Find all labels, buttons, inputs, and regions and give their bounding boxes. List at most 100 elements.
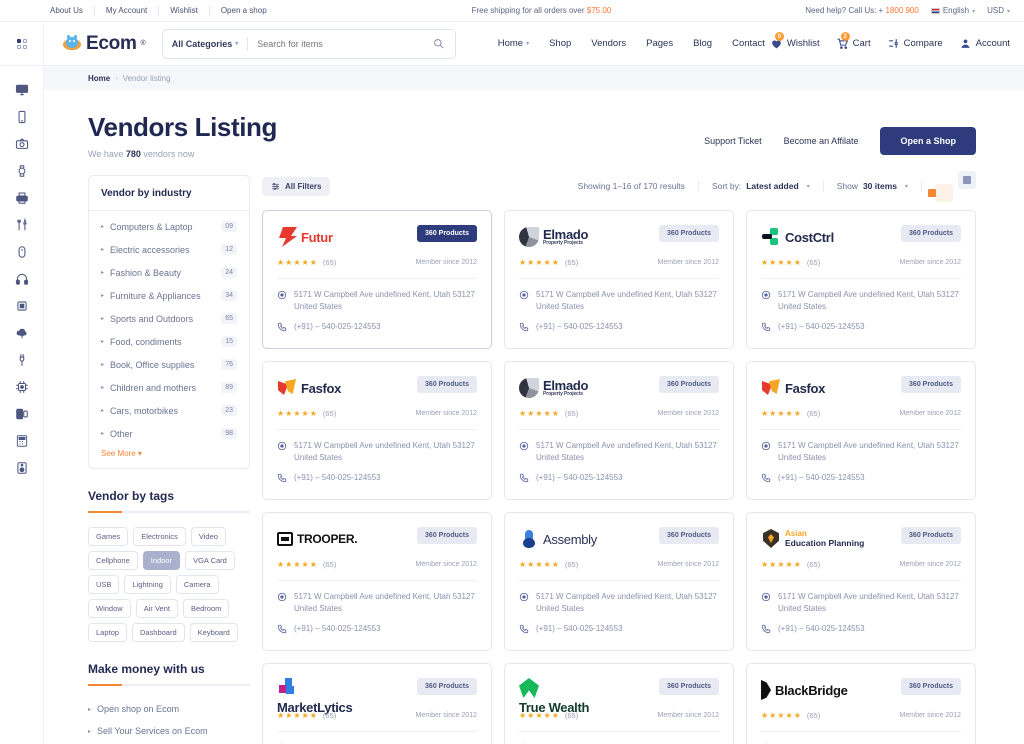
topbar-link-open-a-shop[interactable]: Open a shop: [210, 6, 278, 15]
nav-item-shop[interactable]: Shop: [549, 38, 571, 49]
nav-item-blog[interactable]: Blog: [693, 38, 712, 49]
vendor-address: 5171 W Campbell Ave undefined Kent, Utah…: [778, 290, 959, 311]
sidebar-item-electric-accessories[interactable]: ▸ Electric accessories 12: [101, 238, 237, 261]
sidebar-item-sports-outdoors[interactable]: ▸ Sports and Outdoors 65: [101, 307, 237, 330]
wishlist-button[interactable]: 0 Wishlist: [770, 32, 820, 50]
mouse-icon[interactable]: [14, 244, 29, 259]
language-label: English: [942, 6, 970, 15]
vendor-name: Fasfox: [785, 380, 826, 396]
server-icon[interactable]: [14, 406, 29, 421]
currency-selector[interactable]: USD ▾: [987, 6, 1010, 15]
speaker-icon[interactable]: [14, 460, 29, 475]
sort-by-select[interactable]: Sort by: Latest added ▾: [699, 181, 824, 191]
tag-camera[interactable]: Camera: [175, 575, 219, 594]
sidebar-item-cars-motorbikes[interactable]: ▸ Cars, motorbikes 23: [101, 399, 237, 422]
tag-usb[interactable]: USB: [88, 575, 120, 594]
vendor-card-meta: ★★★★★ (65) Member since 2012: [519, 711, 719, 720]
product-count-badge: 360 Products: [659, 376, 719, 393]
tag-air-vent[interactable]: Air Vent: [135, 599, 178, 618]
sidebar-item-children-mothers[interactable]: ▸ Children and mothers 89: [101, 376, 237, 399]
headphones-icon[interactable]: [14, 271, 29, 286]
search-button[interactable]: [433, 38, 455, 49]
monitor-icon[interactable]: [14, 82, 29, 97]
tag-video[interactable]: Video: [190, 527, 226, 546]
link-sell-your-services-on-ecom[interactable]: ▸ Sell Your Services on Ecom: [88, 720, 250, 742]
vendor-card[interactable]: True Wealth 360 Products ★★★★★ (65) Memb…: [504, 663, 734, 744]
nav-item-pages[interactable]: Pages: [646, 38, 673, 49]
vendor-card[interactable]: TROOPER. 360 Products ★★★★★ (65) Member …: [262, 512, 492, 651]
tag-electronics[interactable]: Electronics: [133, 527, 186, 546]
tag-laptop[interactable]: Laptop: [88, 623, 127, 642]
all-filters-button[interactable]: All Filters: [262, 176, 331, 196]
chevron-right-icon: ▸: [101, 362, 105, 368]
show-count-select[interactable]: Show 30 items ▾: [824, 181, 922, 191]
brand-logo[interactable]: Ecom ®: [44, 33, 162, 55]
vendor-card[interactable]: Asian Education Planning 360 Products ★★…: [746, 512, 976, 651]
nav-item-home[interactable]: Home ▾: [498, 38, 529, 49]
tag-vga-card[interactable]: VGA Card: [185, 551, 235, 570]
mobile-icon[interactable]: [14, 109, 29, 124]
vendor-card[interactable]: Fasfox 360 Products ★★★★★ (65) Member si…: [746, 361, 976, 500]
vendor-card[interactable]: Fasfox 360 Products ★★★★★ (65) Member si…: [262, 361, 492, 500]
vendor-card-header: CostCtrl 360 Products: [761, 225, 961, 249]
vendor-card[interactable]: BlackBridge 360 Products ★★★★★ (65) Memb…: [746, 663, 976, 744]
language-selector[interactable]: English ▾: [930, 6, 975, 15]
cable-icon[interactable]: [14, 352, 29, 367]
vendor-card[interactable]: MarketLytics 360 Products ★★★★★ (65) Mem…: [262, 663, 492, 744]
compare-button[interactable]: Compare: [887, 37, 943, 50]
printer-icon[interactable]: [14, 190, 29, 205]
vendor-card[interactable]: CostCtrl 360 Products ★★★★★ (65) Member …: [746, 210, 976, 349]
tag-cellphone[interactable]: Cellphone: [88, 551, 138, 570]
member-since: Member since 2012: [657, 712, 719, 719]
grid-view-button[interactable]: [928, 183, 953, 202]
chevron-right-icon: ▸: [101, 408, 105, 414]
cart-button[interactable]: 2 Cart: [836, 32, 871, 50]
tools-icon[interactable]: [14, 217, 29, 232]
tag-bedroom[interactable]: Bedroom: [182, 599, 230, 618]
link-open-shop-on-ecom[interactable]: ▸ Open shop on Ecom: [88, 698, 250, 720]
topbar-link-wishlist[interactable]: Wishlist: [159, 6, 210, 15]
location-pin-icon: [519, 591, 529, 615]
sidebar-item-fashion-beauty[interactable]: ▸ Fashion & Beauty 24: [101, 261, 237, 284]
topbar-link-my-account[interactable]: My Account: [95, 6, 160, 15]
support-ticket-link[interactable]: Support Ticket: [704, 136, 762, 146]
search-category-select[interactable]: All Categories ▾: [163, 39, 248, 49]
tag-indoor[interactable]: Indoor: [142, 551, 181, 570]
sidebar-item-computers-laptop[interactable]: ▸ Computers & Laptop 09: [101, 215, 237, 238]
tag-window[interactable]: Window: [88, 599, 131, 618]
vendor-card[interactable]: Elmado Property Projects 360 Products ★★…: [504, 210, 734, 349]
call-us-number[interactable]: 1800 900: [885, 6, 918, 15]
app-grid-button[interactable]: [0, 21, 44, 66]
chip-icon[interactable]: [14, 298, 29, 313]
calculator-icon[interactable]: [14, 433, 29, 448]
tag-dashboard[interactable]: Dashboard: [131, 623, 185, 642]
rating-stars: ★★★★★: [277, 258, 318, 267]
breadcrumb-home[interactable]: Home: [88, 74, 110, 83]
become-affiliate-link[interactable]: Become an Affilate: [784, 136, 859, 146]
open-a-shop-button[interactable]: Open a Shop: [880, 127, 976, 155]
watch-icon[interactable]: [14, 163, 29, 178]
vendor-logo: Elmado Property Projects: [519, 376, 588, 400]
topbar-link-about-us[interactable]: About Us: [50, 6, 95, 15]
nav-item-contact[interactable]: Contact: [732, 38, 765, 49]
vendor-card[interactable]: Futur 360 Products ★★★★★ (65) Member sin…: [262, 210, 492, 349]
list-view-button[interactable]: [958, 170, 976, 189]
cpu-icon[interactable]: [14, 379, 29, 394]
vendor-card[interactable]: Elmado Property Projects 360 Products ★★…: [504, 361, 734, 500]
chevron-right-icon: ▸: [101, 316, 105, 322]
tag-keyboard[interactable]: Keyboard: [189, 623, 238, 642]
sidebar-item-furniture-appliances[interactable]: ▸ Furniture & Appliances 34: [101, 284, 237, 307]
sidebar-item-food-condiments[interactable]: ▸ Food, condiments 15: [101, 330, 237, 353]
search-input[interactable]: [248, 38, 433, 49]
sidebar-item-other[interactable]: ▸ Other 98: [101, 422, 237, 445]
cloud-upload-icon[interactable]: [14, 325, 29, 340]
vendor-card[interactable]: Assembly 360 Products ★★★★★ (65) Member …: [504, 512, 734, 651]
sidebar-item-book-office-supplies[interactable]: ▸ Book, Office supplies 76: [101, 353, 237, 376]
see-more-button[interactable]: See More ▾: [101, 445, 237, 460]
camera-icon[interactable]: [14, 136, 29, 151]
tag-lightning[interactable]: Lightning: [124, 575, 171, 594]
account-button[interactable]: Account: [959, 37, 1010, 50]
tag-games[interactable]: Games: [88, 527, 129, 546]
vendor-name: Elmado: [543, 226, 589, 242]
nav-item-vendors[interactable]: Vendors: [591, 38, 626, 49]
